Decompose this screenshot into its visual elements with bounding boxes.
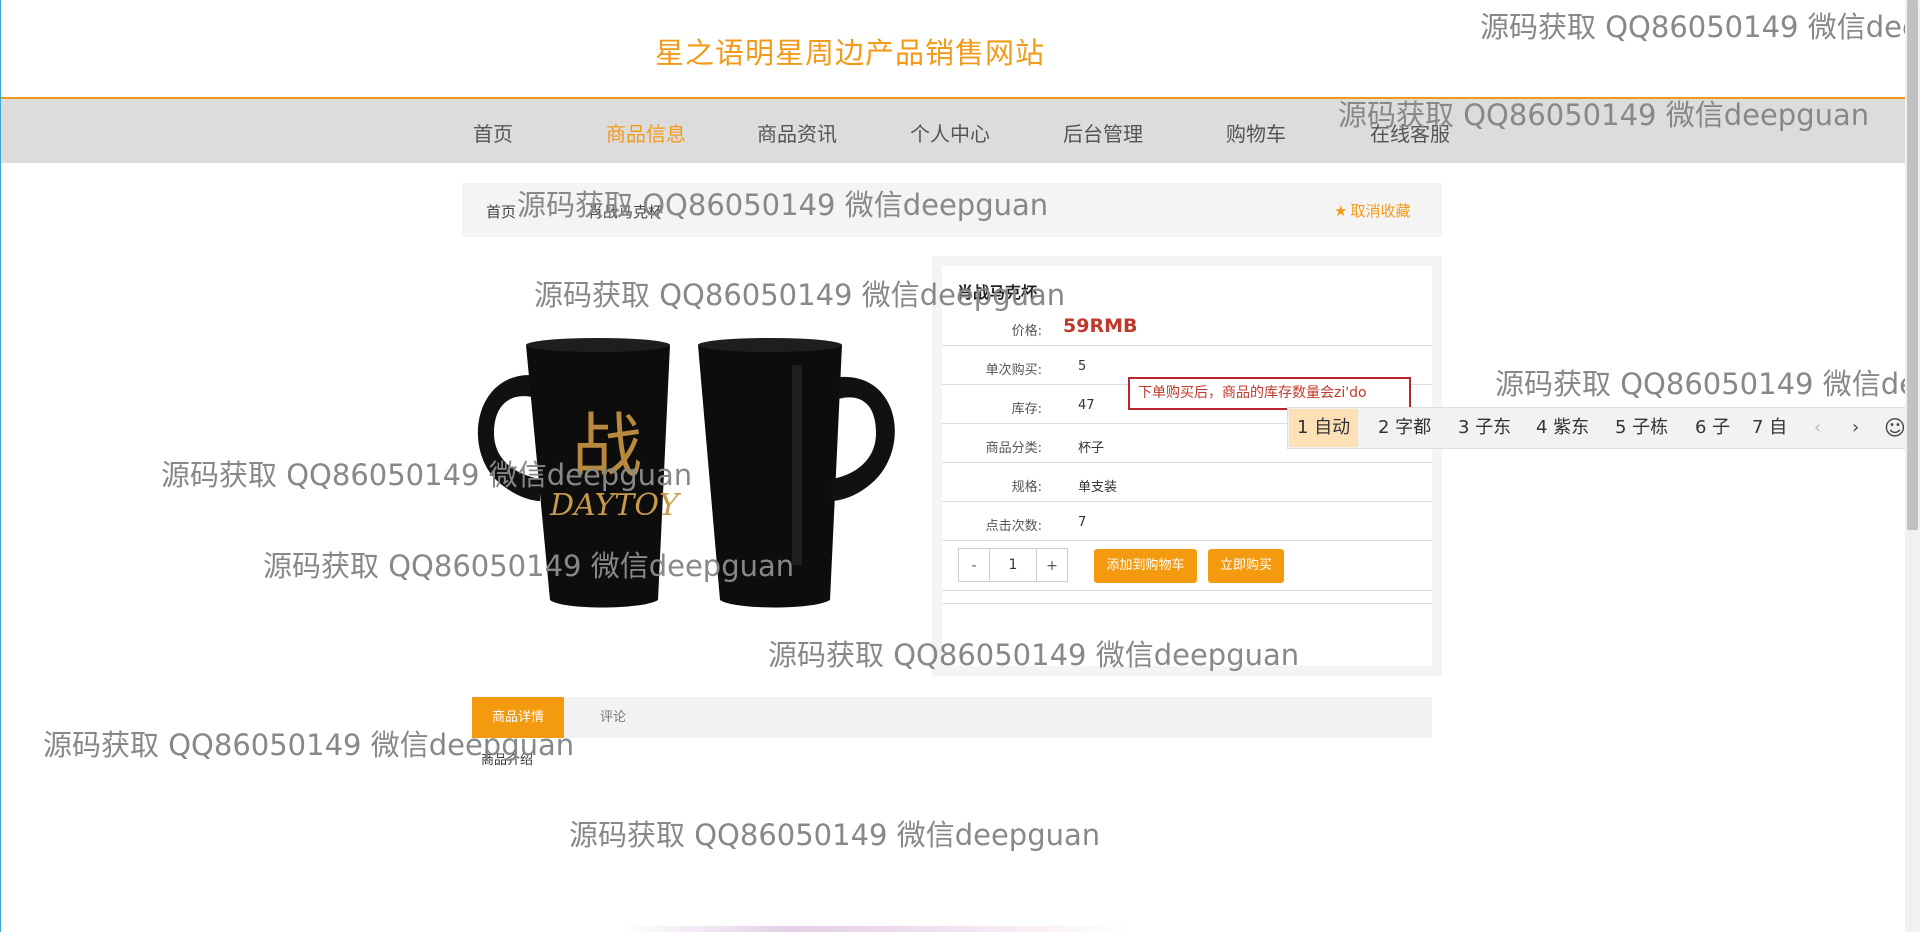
nav-products[interactable]: 商品信息 bbox=[606, 118, 686, 147]
price-label: 价格: bbox=[1011, 324, 1042, 339]
unfavorite-label: 取消收藏 bbox=[1350, 202, 1411, 220]
nav-home[interactable]: 首页 bbox=[473, 118, 513, 147]
product-price: 59RMB bbox=[1063, 315, 1138, 337]
mug-text: DAYTOY bbox=[549, 488, 682, 523]
nav-cart[interactable]: 购物车 bbox=[1226, 118, 1286, 147]
row-label: 商品分类: bbox=[985, 441, 1042, 456]
row-label: 库存: bbox=[1011, 402, 1042, 417]
row-divider bbox=[942, 345, 1432, 346]
row-value: 47 bbox=[1078, 398, 1095, 413]
product-name: 肖战马克杯 bbox=[957, 283, 1038, 302]
ime-candidate[interactable]: 5 子栋 bbox=[1607, 413, 1676, 443]
row-label: 规格: bbox=[1011, 480, 1042, 495]
nav-profile[interactable]: 个人中心 bbox=[910, 118, 990, 147]
add-to-cart-button[interactable]: 添加到购物车 bbox=[1094, 549, 1197, 583]
ime-next-icon[interactable]: › bbox=[1852, 413, 1859, 443]
star-icon: ★ bbox=[1334, 202, 1348, 220]
row-value: 5 bbox=[1078, 359, 1087, 374]
tab-review[interactable]: 评论 bbox=[600, 697, 626, 738]
mug-glyph: 战 bbox=[572, 405, 642, 487]
site-title: 星之语明星周边产品销售网站 bbox=[654, 36, 1045, 70]
breadcrumb-home[interactable]: 首页 bbox=[486, 201, 516, 222]
row-value: 单支装 bbox=[1078, 480, 1118, 495]
window-edge bbox=[0, 0, 1, 932]
watermark: 源码获取 QQ86050149 微信deepguan bbox=[569, 818, 1101, 852]
row-divider bbox=[942, 590, 1432, 591]
emoji-icon[interactable]: ☺ bbox=[1884, 413, 1906, 443]
quantity-decrement-button[interactable]: - bbox=[958, 548, 990, 582]
product-image: 战 DAYTOY bbox=[462, 265, 922, 635]
ime-candidate[interactable]: 2 字都 bbox=[1370, 413, 1439, 443]
buy-now-button[interactable]: 立即购买 bbox=[1208, 549, 1284, 583]
row-value: 杯子 bbox=[1078, 441, 1105, 456]
tab-product-detail[interactable]: 商品详情 bbox=[472, 697, 564, 738]
nav-news[interactable]: 商品资讯 bbox=[757, 118, 837, 147]
ime-candidate[interactable]: 6 子 bbox=[1687, 413, 1738, 443]
breadcrumb-current: 肖战马克杯 bbox=[588, 203, 664, 221]
nav-service[interactable]: 在线客服 bbox=[1370, 118, 1450, 147]
product-intro-label: 商品介绍 bbox=[481, 753, 534, 768]
quantity-input[interactable]: 1 bbox=[990, 548, 1036, 582]
row-divider bbox=[942, 501, 1432, 502]
row-divider bbox=[942, 462, 1432, 463]
row-value: 7 bbox=[1078, 515, 1087, 530]
ime-candidate[interactable]: 3 子东 bbox=[1450, 413, 1519, 443]
ime-composition-input[interactable]: 下单购买后，商品的库存数量会zi'do bbox=[1128, 377, 1411, 410]
unfavorite-button[interactable]: ★ 取消收藏 bbox=[1334, 200, 1410, 221]
ime-candidate[interactable]: 4 紫东 bbox=[1528, 413, 1597, 443]
row-label: 单次购买: bbox=[985, 363, 1042, 378]
ime-prev-icon[interactable]: ‹ bbox=[1814, 413, 1821, 443]
quantity-increment-button[interactable]: + bbox=[1036, 548, 1068, 582]
row-divider bbox=[942, 540, 1432, 541]
watermark: 源码获取 QQ86050149 微信de bbox=[1495, 367, 1917, 401]
ime-candidate[interactable]: 1 自动 bbox=[1289, 409, 1359, 447]
intro-image-edge bbox=[620, 926, 1130, 932]
row-divider bbox=[942, 603, 1432, 604]
ime-candidate[interactable]: 7 自 bbox=[1744, 413, 1795, 443]
nav-admin[interactable]: 后台管理 bbox=[1063, 118, 1143, 147]
scrollbar-thumb[interactable] bbox=[1907, 0, 1918, 530]
row-label: 点击次数: bbox=[985, 519, 1042, 534]
